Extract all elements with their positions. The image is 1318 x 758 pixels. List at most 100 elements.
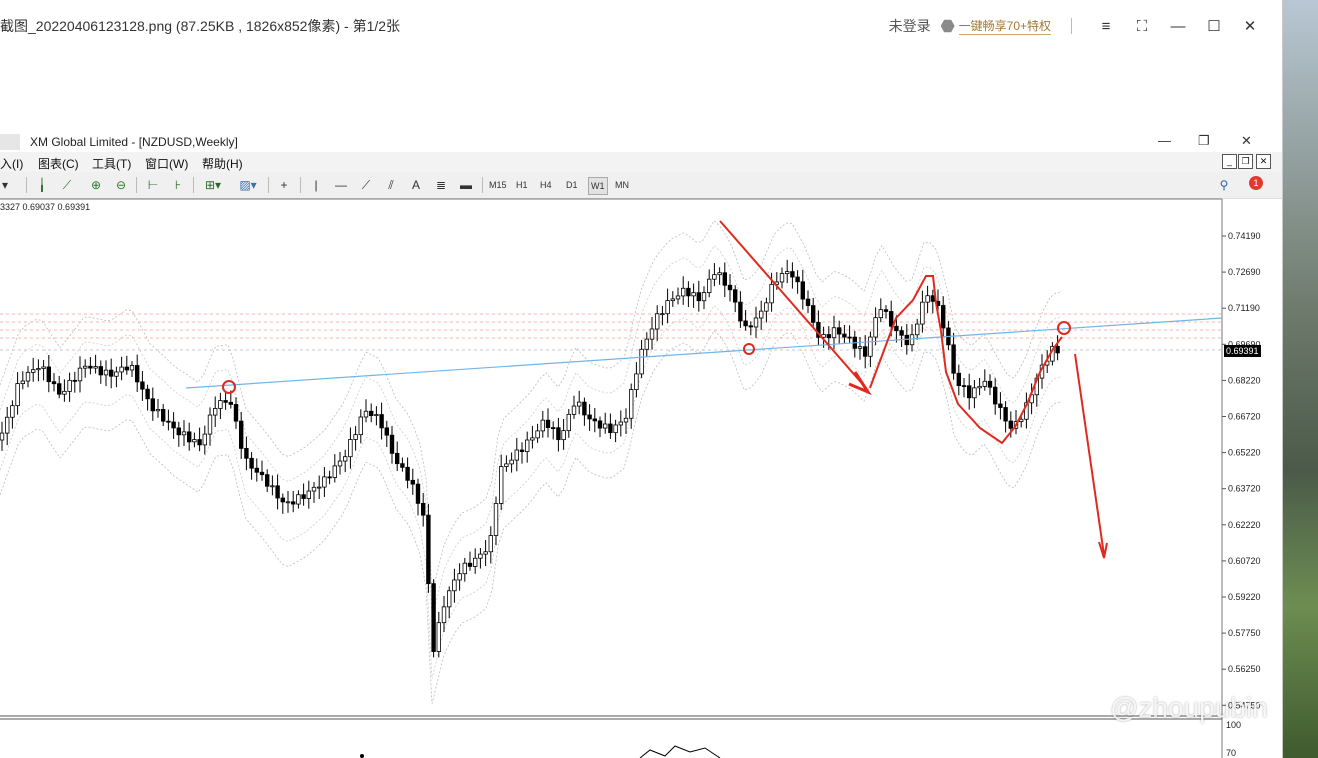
candle-body: [967, 385, 972, 399]
candle-body: [930, 295, 935, 302]
candle-body: [644, 338, 649, 350]
candle-body: [155, 409, 161, 412]
candle-body: [353, 434, 358, 440]
candle-body: [358, 416, 363, 436]
candle-body: [93, 366, 98, 369]
candle-body: [186, 431, 192, 443]
candle-body: [878, 309, 883, 319]
candle-body: [795, 276, 800, 283]
price-tick-label: 0.72690: [1228, 267, 1261, 277]
candle-body: [410, 479, 415, 485]
candle-body: [160, 409, 166, 422]
candle-body: [212, 408, 218, 416]
candle-body: [790, 271, 795, 278]
candle-body: [462, 562, 467, 575]
band-line: [0, 219, 1063, 594]
candle-body: [941, 305, 946, 329]
price-chart: 0.741900.726900.711900.696900.682200.667…: [0, 198, 1261, 758]
candle-body: [285, 501, 291, 504]
candle-body: [707, 278, 712, 293]
candle-body: [551, 427, 556, 429]
candle-body: [202, 433, 207, 446]
candle-body: [46, 366, 51, 383]
candle-body: [431, 583, 436, 652]
candle-body: [847, 336, 852, 339]
candle-body: [452, 579, 457, 592]
candle-body: [342, 456, 348, 462]
candle-body: [623, 417, 629, 423]
candle-body: [15, 383, 20, 407]
candle-body: [977, 385, 982, 389]
candle-body: [249, 457, 254, 469]
candle-body: [863, 346, 868, 357]
candle-body: [51, 381, 57, 385]
candle-body: [826, 334, 831, 339]
price-tick-label: 0.68220: [1228, 375, 1261, 385]
candle-body: [420, 502, 426, 516]
band-line: [0, 329, 1063, 704]
candle-body: [691, 292, 696, 297]
candle-body: [238, 420, 244, 449]
candle-body: [660, 313, 665, 316]
candle-body: [478, 553, 483, 559]
candle-body: [904, 334, 909, 346]
candle-body: [129, 365, 135, 371]
candle-body: [681, 287, 686, 297]
candle-body: [655, 313, 660, 330]
candle-body: [176, 427, 181, 436]
candle-body: [244, 447, 249, 459]
candle-body: [805, 298, 811, 307]
bollinger-bands: [0, 219, 1063, 704]
candle-body: [290, 501, 296, 505]
candle-body: [608, 423, 613, 434]
candle-body: [103, 369, 109, 376]
candle-body: [57, 383, 62, 395]
candle-body: [545, 419, 551, 428]
candle-body: [639, 348, 644, 375]
candle-body: [379, 414, 384, 429]
candle-body: [649, 328, 655, 340]
price-tick-label: 0.74190: [1228, 231, 1261, 241]
candle-body: [561, 430, 566, 441]
candle-body: [389, 434, 395, 454]
candle-body: [275, 485, 280, 499]
candle-body: [779, 273, 785, 283]
candle-body: [556, 427, 561, 441]
candle-body: [145, 388, 150, 400]
candle-body: [618, 421, 623, 426]
candle-body: [951, 344, 956, 374]
candle-body: [67, 379, 72, 392]
candle-body: [738, 301, 743, 322]
candle-body: [337, 460, 343, 467]
candle-body: [166, 420, 171, 423]
candle-body: [441, 606, 447, 624]
price-tick-label: 0.65220: [1228, 448, 1261, 458]
price-axis: 0.741900.726900.711900.696900.682200.667…: [1222, 231, 1261, 758]
candle-body: [134, 365, 140, 383]
candle-body: [436, 622, 441, 652]
candle-body: [743, 320, 748, 327]
candle-body: [727, 284, 733, 291]
candle-body: [207, 414, 213, 435]
candle-body: [30, 369, 36, 373]
price-tick-label: 0.62220: [1228, 520, 1261, 530]
candle-body: [124, 366, 129, 371]
candle-body: [982, 380, 987, 387]
candle-body: [800, 281, 805, 300]
candle-body: [972, 387, 977, 399]
price-tick-label: 0.60720: [1228, 556, 1261, 566]
subwindow-dot: [360, 754, 364, 758]
candle-body: [327, 476, 332, 479]
candle-body: [25, 371, 31, 382]
candle-body: [493, 503, 499, 536]
candle-body: [322, 476, 327, 488]
candle-body: [363, 410, 369, 418]
candle-body: [613, 424, 618, 434]
candle-body: [837, 327, 842, 335]
candle-body: [181, 431, 187, 436]
candle-body: [368, 410, 374, 417]
candle-body: [629, 389, 634, 419]
candle-body: [498, 466, 504, 504]
candle-body: [696, 292, 701, 302]
candle-body: [1003, 407, 1008, 422]
